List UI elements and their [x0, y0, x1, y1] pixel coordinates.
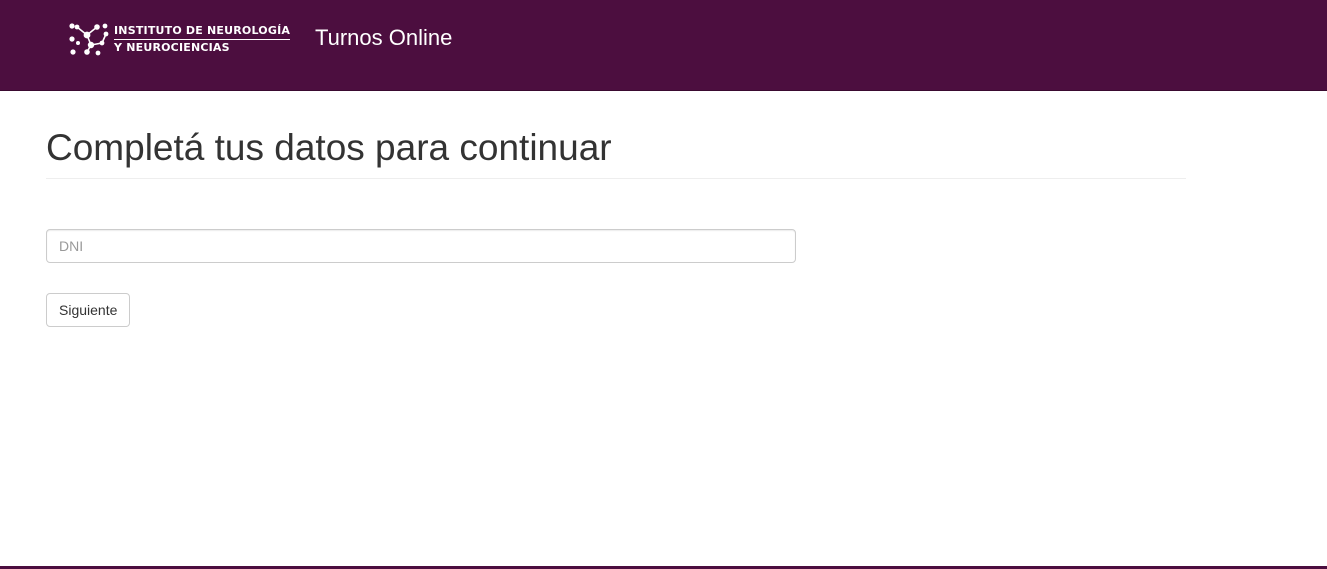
neuron-network-icon — [69, 23, 109, 56]
logo-text-line1: INSTITUTO DE NEUROLOGÍA — [114, 24, 291, 40]
logo-text-line2: Y NEUROCIENCIAS — [114, 41, 230, 54]
logo-wordmark: INSTITUTO DE NEUROLOGÍA Y NEUROCIENCIAS — [114, 24, 291, 54]
institute-logo[interactable]: INSTITUTO DE NEUROLOGÍA Y NEUROCIENCIAS — [68, 21, 291, 57]
brand-link[interactable]: Turnos Online — [315, 24, 452, 52]
dni-input[interactable] — [46, 229, 796, 263]
top-navbar: INSTITUTO DE NEUROLOGÍA Y NEUROCIENCIAS … — [0, 0, 1327, 91]
title-divider — [46, 178, 1186, 179]
next-button[interactable]: Siguiente — [46, 293, 131, 327]
page-title: Completá tus datos para continuar — [46, 127, 612, 168]
